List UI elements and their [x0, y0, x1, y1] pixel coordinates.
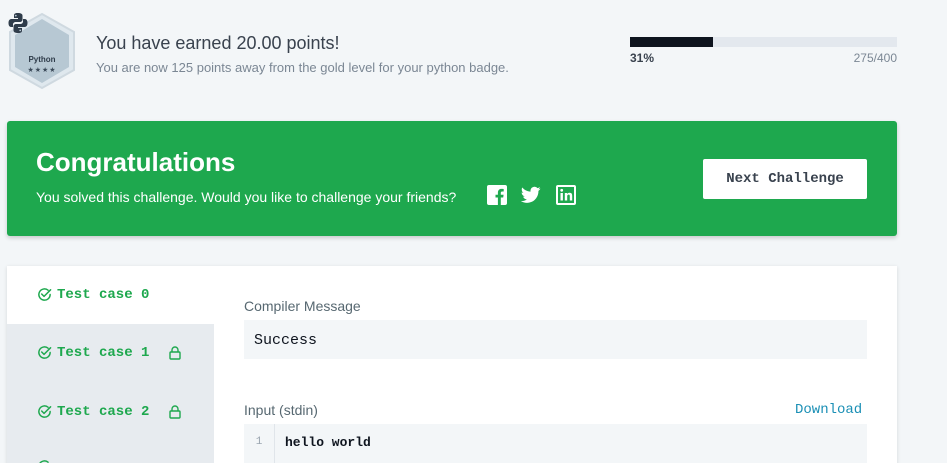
- next-challenge-button[interactable]: Next Challenge: [703, 159, 867, 199]
- badge-progress-bar: [630, 37, 897, 47]
- test-results-panel: Test case 0 Test case 1 Test case 2 Comp…: [7, 266, 897, 463]
- input-line-text: hello world: [285, 435, 371, 450]
- congratulations-banner: Congratulations You solved this challeng…: [7, 121, 897, 236]
- points-earned-subtitle: You are now 125 points away from the gol…: [96, 60, 509, 75]
- linkedin-icon[interactable]: [556, 185, 576, 205]
- points-earned-title: You have earned 20.00 points!: [96, 33, 340, 53]
- tab-label: Test case 1: [57, 345, 150, 361]
- lock-icon: [169, 346, 181, 360]
- badge-stars: ★★★★: [27, 67, 57, 74]
- tab-label: Test case 0: [57, 287, 150, 303]
- badge-progress-fill: [630, 37, 714, 47]
- congratulations-subtitle: You solved this challenge. Would you lik…: [36, 189, 457, 205]
- badge-name: Python: [28, 55, 56, 64]
- python-badge: Python ★★★★: [7, 12, 77, 90]
- progress-percent: 31%: [630, 51, 655, 65]
- download-link[interactable]: Download: [795, 402, 862, 418]
- compiler-message-label: Compiler Message: [244, 298, 361, 314]
- congratulations-title: Congratulations: [36, 147, 236, 177]
- twitter-icon[interactable]: [521, 185, 541, 205]
- compiler-message-text: Success: [254, 332, 318, 349]
- check-circle-icon: [38, 405, 52, 418]
- check-circle-icon: [38, 346, 52, 359]
- check-circle-icon: [39, 460, 49, 463]
- input-stdin-box: 1 hello world: [244, 424, 867, 463]
- line-number: 1: [244, 424, 275, 463]
- test-case-tabs: Test case 0 Test case 1 Test case 2: [7, 266, 214, 463]
- tab-label: Test case 2: [57, 404, 150, 420]
- lock-icon: [169, 405, 181, 419]
- input-stdin-label: Input (stdin): [244, 402, 318, 418]
- python-logo-icon: [8, 13, 28, 33]
- check-circle-icon: [38, 288, 52, 301]
- tab-test-case-1[interactable]: Test case 1: [7, 324, 214, 382]
- tab-test-case-0[interactable]: Test case 0: [7, 266, 214, 324]
- compiler-message-box: Success: [244, 320, 867, 359]
- tab-test-case-2[interactable]: Test case 2: [7, 383, 214, 441]
- facebook-icon[interactable]: [487, 185, 507, 205]
- progress-count: 275/400: [853, 51, 897, 65]
